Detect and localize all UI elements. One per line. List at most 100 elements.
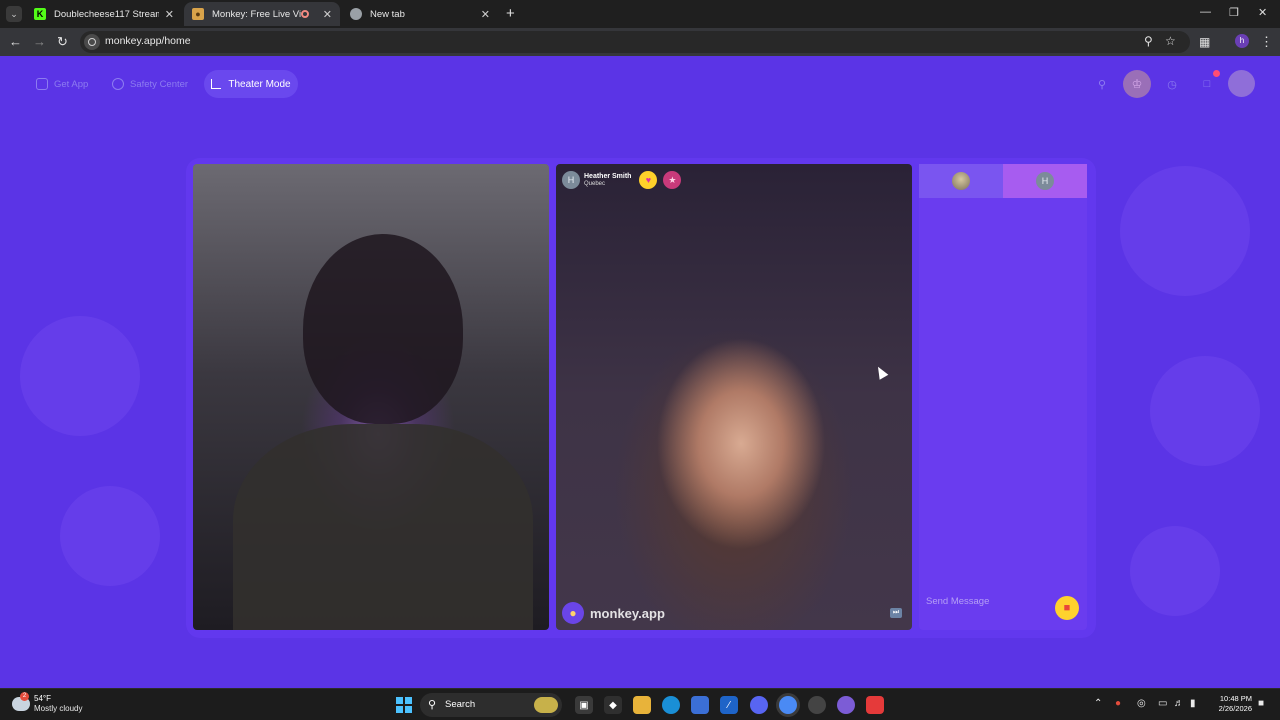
expand-icon [211,79,222,89]
task-view-icon[interactable]: ▣ [575,696,593,714]
tab-doublecheese[interactable]: K Doublecheese117 Stream - Wat ✕ [26,2,182,26]
chat-tabs: H [919,164,1087,198]
extensions-icon[interactable]: ▦ [1199,34,1210,50]
monkey-page: Get App Safety Center Theater Mode ⚲ ♔ ◷… [0,56,1280,688]
peer-flair-icon: ★ [663,171,682,189]
self-chat-avatar [952,172,970,190]
reload-icon[interactable]: ↻ [57,34,68,50]
tab-title: Monkey: Free Live Video Ch [212,8,301,20]
back-arrow-icon[interactable]: ← [9,34,22,50]
app3-icon[interactable] [866,696,884,714]
file-explorer-icon[interactable] [633,696,651,714]
decor-blob [1120,166,1250,296]
weather-temp: 54°F [34,694,51,703]
peer-chat-avatar: H [1036,172,1054,190]
browser-toolbar: ← → ↻ monkey.app/home ⚲ ☆ ▦ h ⋮ [0,28,1280,56]
tab-title: Doublecheese117 Stream - Wat [54,8,159,20]
history-icon[interactable]: ◷ [1162,74,1182,94]
skip-next-icon[interactable]: ⏭ [890,608,902,618]
browser-menu-icon[interactable]: ⋮ [1260,34,1273,50]
taskbar-search[interactable]: ⚲ Search [420,693,562,717]
recording-icon [300,10,309,18]
gift-icon[interactable]: ■ [1055,596,1079,620]
search-highlight-icon [534,697,558,713]
chrome-icon [350,8,362,20]
chat-tab-self[interactable] [919,164,1003,198]
decor-blob [1130,526,1220,616]
taskbar-search-label: Search [445,699,476,710]
close-tab-icon[interactable]: ✕ [481,8,490,21]
self-head-shape [303,234,463,424]
weather-widget[interactable]: 54°F Mostly cloudy [12,692,82,714]
windows-taskbar: 54°F Mostly cloudy ⚲ Search ▣ ◆ ⁄ ⌃ ● ◎ … [0,688,1280,720]
decor-blob [20,316,140,436]
theater-mode-label: Theater Mode [228,78,291,90]
microphone-icon[interactable]: ◎ [1137,698,1146,709]
minimize-icon[interactable]: — [1200,6,1211,18]
clock-time: 10:48 PM [1219,694,1252,703]
decor-blob [60,486,160,586]
peer-video: H Heather Smith Quebec ♥ ★ ● monkey.app … [556,164,912,630]
cloud-icon [12,692,30,711]
tray-overflow-icon[interactable]: ⌃ [1094,698,1102,709]
peer-info: H Heather Smith Quebec ♥ ★ [562,169,682,191]
tab-monkey[interactable]: ● Monkey: Free Live Video Ch ✕ [184,2,340,26]
zoom-icon[interactable]: ⚲ [1144,34,1153,48]
chat-panel: H Send Message ■ [919,164,1087,630]
heart-icon[interactable]: ♥ [639,171,658,189]
store-icon[interactable] [691,696,709,714]
peer-avatar: H [562,171,580,189]
site-info-icon[interactable] [84,34,100,50]
edge-icon[interactable] [662,696,680,714]
widgets-icon[interactable]: ◆ [604,696,622,714]
close-window-icon[interactable]: ✕ [1258,6,1267,19]
monkey-brand: ● monkey.app [562,602,665,624]
self-body-shape [233,424,533,630]
tab-new-tab[interactable]: New tab ✕ [342,2,498,26]
search-icon[interactable]: ⚲ [1092,74,1112,94]
crown-icon[interactable]: ♔ [1123,70,1151,98]
address-bar[interactable]: monkey.app/home ⚲ ☆ [80,31,1190,53]
get-app-label: Get App [54,78,89,90]
windows-start-icon[interactable] [396,697,412,713]
decor-blob [1150,356,1260,466]
phone-icon [36,78,48,90]
forward-arrow-icon[interactable]: → [33,34,46,50]
theater-mode-button[interactable]: Theater Mode [204,70,298,98]
profile-avatar[interactable]: h [1235,34,1249,48]
browser-tab-strip: ⌄ K Doublecheese117 Stream - Wat ✕ ● Mon… [0,0,1280,28]
obs-icon[interactable] [808,696,826,714]
close-tab-icon[interactable]: ✕ [165,8,174,21]
clock-date: 2/26/2026 [1218,704,1252,713]
tab-search-icon[interactable]: ⌄ [6,6,22,22]
peer-name: Heather Smith [584,172,632,180]
peer-location: Quebec [584,180,606,187]
notification-bell-icon[interactable]: ■ [1258,698,1264,709]
new-tab-plus-icon[interactable]: + [506,5,515,22]
search-icon: ⚲ [428,699,437,711]
send-message-input[interactable]: Send Message [926,596,1046,607]
self-video [193,164,549,630]
discord-icon[interactable] [750,696,768,714]
clock[interactable]: 10:48 PM 2/26/2026 [1212,694,1252,714]
restore-icon[interactable]: ❐ [1229,6,1239,19]
safety-center-label: Safety Center [130,78,189,90]
get-app-link[interactable]: Get App [36,74,88,94]
volume-icon[interactable]: ♬ [1174,698,1184,709]
chrome-taskbar-icon[interactable] [779,696,797,714]
tray-app-icon[interactable]: ● [1115,698,1121,709]
kick-icon: K [34,8,46,20]
app2-icon[interactable] [837,696,855,714]
chat-tab-peer[interactable]: H [1003,164,1087,198]
messages-icon[interactable]: □ [1197,74,1217,94]
tab-title: New tab [370,8,405,20]
shield-icon [112,78,124,90]
app-icon[interactable]: ⁄ [720,696,738,714]
close-tab-icon[interactable]: ✕ [323,8,332,21]
display-icon[interactable]: ▭ [1158,698,1167,709]
bookmark-star-icon[interactable]: ☆ [1165,34,1176,48]
user-avatar[interactable] [1228,70,1255,97]
url-text[interactable]: monkey.app/home [105,35,191,47]
safety-center-link[interactable]: Safety Center [112,74,188,94]
battery-icon[interactable]: ▮ [1190,698,1196,709]
